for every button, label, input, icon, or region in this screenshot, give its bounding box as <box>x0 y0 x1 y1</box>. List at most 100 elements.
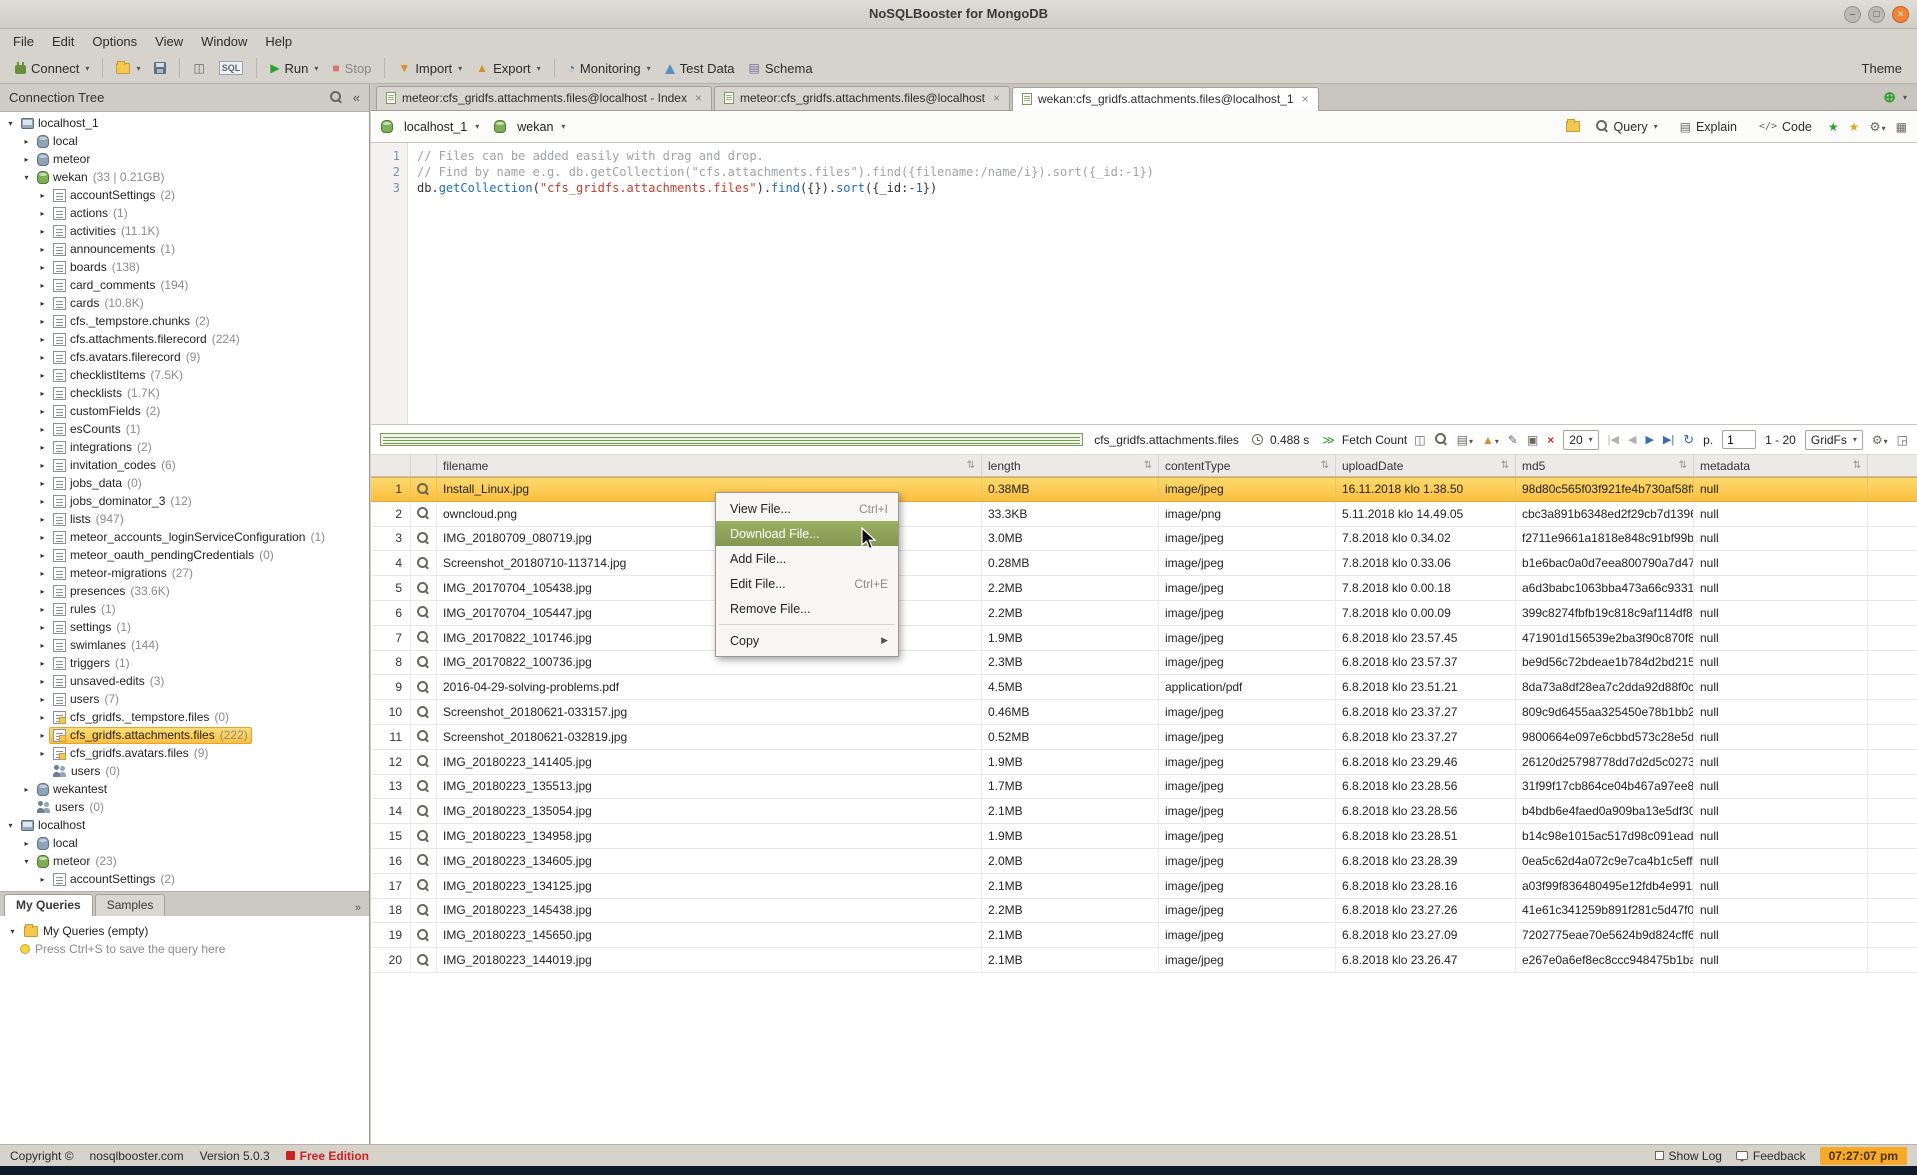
sort-icon[interactable]: ⇅ <box>1853 460 1861 471</box>
visualize-icon[interactable]: ◫ <box>1414 434 1425 446</box>
table-row[interactable]: 1Install_Linux.jpg0.38MBimage/jpeg16.11.… <box>371 477 1917 502</box>
sort-icon[interactable]: ⇅ <box>1501 460 1509 471</box>
menu-edit[interactable]: Edit <box>43 31 83 52</box>
add-document-icon[interactable]: ▣ <box>1527 434 1538 446</box>
tree-item[interactable]: ▸checklists(1.7K) <box>0 384 369 402</box>
preview-magnifier-icon[interactable] <box>417 830 430 843</box>
tree-expand-icon[interactable]: ▸ <box>36 605 49 614</box>
tree-item[interactable]: ▸meteor-migrations(27) <box>0 564 369 582</box>
close-icon[interactable]: × <box>695 91 702 105</box>
tree-expand-icon[interactable]: ▸ <box>36 587 49 596</box>
website-link[interactable]: nosqlbooster.com <box>90 1149 184 1163</box>
tree-expand-icon[interactable]: ▸ <box>36 641 49 650</box>
preview-magnifier-icon[interactable] <box>417 730 430 743</box>
delete-document-icon[interactable]: × <box>1547 434 1554 446</box>
sort-icon[interactable]: ⇅ <box>967 460 975 471</box>
preview-magnifier-icon[interactable] <box>417 557 430 570</box>
tree-item[interactable]: ▸unsaved-edits(3) <box>0 672 369 690</box>
tree-item[interactable]: users(0) <box>0 798 369 816</box>
column-header-md5[interactable]: md5⇅ <box>1516 455 1694 476</box>
close-button[interactable]: × <box>1892 6 1909 23</box>
export-button[interactable]: ▲ Export ▾ <box>469 57 547 80</box>
save-button[interactable] <box>147 58 173 78</box>
tree-item[interactable]: ▸customFields(2) <box>0 402 369 420</box>
page-number-input[interactable] <box>1722 430 1756 449</box>
preview-magnifier-icon[interactable] <box>417 681 430 694</box>
monitoring-button[interactable]: ◔ Monitoring ▾ <box>561 57 658 80</box>
tree-expand-icon[interactable]: ▸ <box>36 875 49 884</box>
tree-item[interactable]: ▾localhost <box>0 816 369 834</box>
editor-code[interactable]: // Files can be added easily with drag a… <box>408 143 1917 424</box>
tree-item[interactable]: ▸boards(138) <box>0 258 369 276</box>
sidebar-tab-samples[interactable]: Samples <box>95 894 166 916</box>
tree-expand-icon[interactable]: ▸ <box>36 497 49 506</box>
chevron-down-icon[interactable]: ▾ <box>475 122 479 131</box>
chevron-down-icon[interactable]: ▾ <box>561 122 565 131</box>
tree-expand-icon[interactable]: ▸ <box>20 839 33 848</box>
previous-page-button[interactable]: ◀ <box>1628 433 1636 446</box>
context-menu-item-copy[interactable]: Copy▶ <box>716 628 898 653</box>
tree-expand-icon[interactable]: ▸ <box>20 785 33 794</box>
table-row[interactable]: 3IMG_20180709_080719.jpg3.0MBimage/jpeg7… <box>371 527 1917 552</box>
preview-magnifier-icon[interactable] <box>417 780 430 793</box>
table-row[interactable]: 12IMG_20180223_141405.jpg1.9MBimage/jpeg… <box>371 750 1917 775</box>
view-mode-select[interactable]: GridFs ▾ <box>1805 430 1863 450</box>
tree-item[interactable]: ▸users(7) <box>0 690 369 708</box>
sort-icon[interactable]: ⇅ <box>1679 460 1687 471</box>
sql-query-button[interactable]: SQL <box>212 57 251 79</box>
tree-expand-icon[interactable]: ▸ <box>36 515 49 524</box>
tree-expand-icon[interactable]: ▸ <box>20 137 33 146</box>
search-icon[interactable] <box>330 91 343 104</box>
layout-icon[interactable]: ▦ <box>1896 121 1907 133</box>
tree-item[interactable]: ▸triggers(1) <box>0 654 369 672</box>
tree-expand-icon[interactable]: ▸ <box>36 443 49 452</box>
close-icon[interactable]: × <box>993 91 1000 105</box>
preview-magnifier-icon[interactable] <box>417 954 430 967</box>
tree-expand-icon[interactable]: ▸ <box>36 479 49 488</box>
run-button[interactable]: ▶ Run ▾ <box>263 57 325 80</box>
table-row[interactable]: 2owncloud.png33.3KBimage/png5.11.2018 kl… <box>371 502 1917 527</box>
collapse-sidebar-icon[interactable]: « <box>353 90 360 105</box>
table-row[interactable]: 7IMG_20170822_101746.jpg1.9MBimage/jpeg6… <box>371 626 1917 651</box>
tree-item[interactable]: ▸accountSettings(2) <box>0 870 369 888</box>
table-row[interactable]: 16IMG_20180223_134605.jpg2.0MBimage/jpeg… <box>371 849 1917 874</box>
preview-magnifier-icon[interactable] <box>417 879 430 892</box>
tree-item[interactable]: ▸accountSettings(2) <box>0 186 369 204</box>
column-header-filename[interactable]: filename⇅ <box>437 455 982 476</box>
table-row[interactable]: 92016-04-29-solving-problems.pdf4.5MBapp… <box>371 675 1917 700</box>
save-results-icon[interactable]: ▤▾ <box>1457 434 1473 446</box>
tree-expand-icon[interactable]: ▸ <box>36 569 49 578</box>
breadcrumb-connection[interactable]: localhost_1 <box>404 120 467 134</box>
refresh-icon[interactable]: ↻ <box>1683 432 1694 448</box>
preview-magnifier-icon[interactable] <box>417 606 430 619</box>
tree-expand-icon[interactable]: ▸ <box>36 227 49 236</box>
import-button[interactable]: ▼ Import ▾ <box>391 57 469 80</box>
table-row[interactable]: 6IMG_20170704_105447.jpg2.2MBimage/jpeg7… <box>371 601 1917 626</box>
column-header-uploaddate[interactable]: uploadDate⇅ <box>1336 455 1516 476</box>
tree-item[interactable]: ▸cfs_gridfs._tempstore.files(0) <box>0 708 369 726</box>
sort-icon[interactable]: ⇅ <box>1144 460 1152 471</box>
tree-expand-icon[interactable]: ▸ <box>36 353 49 362</box>
tree-expand-icon[interactable]: ▸ <box>36 551 49 560</box>
new-tab-button[interactable]: ⊕ <box>1883 88 1896 106</box>
tree-expand-icon[interactable]: ▸ <box>36 317 49 326</box>
page-size-select[interactable]: 20 ▾ <box>1563 430 1598 450</box>
column-header-metadata[interactable]: metadata⇅ <box>1694 455 1868 476</box>
tree-expand-icon[interactable]: ▸ <box>36 245 49 254</box>
tree-expand-icon[interactable]: ▸ <box>36 659 49 668</box>
context-menu-item-remove-file[interactable]: Remove File... <box>716 596 898 621</box>
preview-magnifier-icon[interactable] <box>417 755 430 768</box>
connect-button[interactable]: Connect ▾ <box>8 57 96 80</box>
tree-expand-icon[interactable]: ▸ <box>36 407 49 416</box>
tree-collapse-icon[interactable]: ▾ <box>20 857 33 866</box>
favorite-icon[interactable]: ★ <box>1849 121 1860 133</box>
tree-expand-icon[interactable]: ▸ <box>36 713 49 722</box>
tab-list-icon[interactable]: ▾ <box>1903 93 1907 102</box>
explain-button[interactable]: ▤ Explain <box>1674 117 1743 137</box>
tree-item[interactable]: ▾localhost_1 <box>0 114 369 132</box>
menu-help[interactable]: Help <box>256 31 301 52</box>
preview-magnifier-icon[interactable] <box>417 532 430 545</box>
search-results-icon[interactable] <box>1435 433 1448 446</box>
table-row[interactable]: 18IMG_20180223_145438.jpg2.2MBimage/jpeg… <box>371 899 1917 924</box>
sort-icon[interactable]: ⇅ <box>1321 460 1329 471</box>
